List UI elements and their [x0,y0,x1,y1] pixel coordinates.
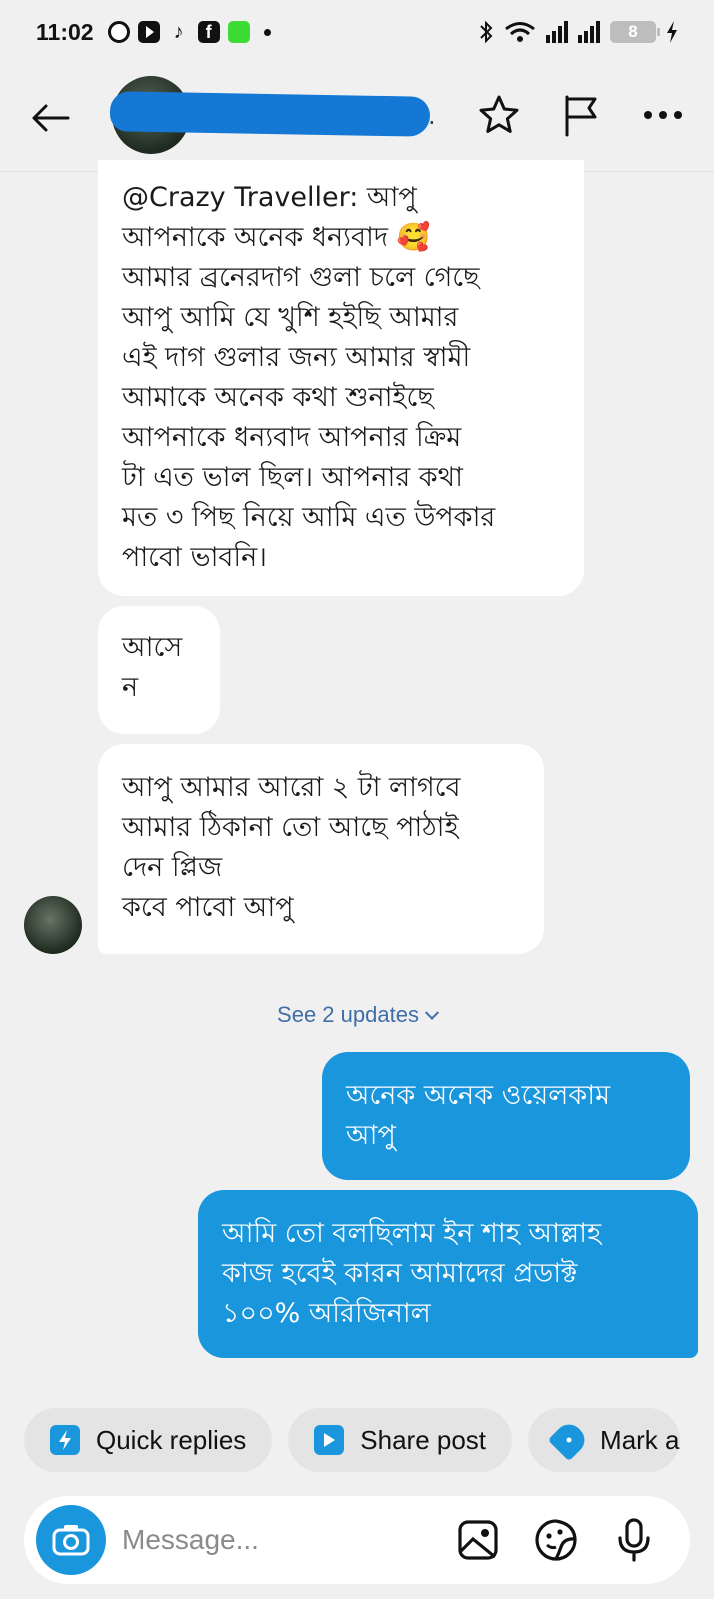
share-post-button[interactable]: Share post [288,1408,513,1472]
see-updates-label: See 2 updates [277,1002,419,1027]
star-icon[interactable] [476,92,522,138]
message-text: আপু আমার আরো ২ টা লাগবে আমার ঠিকানা তো আ… [122,772,461,923]
flag-icon[interactable] [558,92,604,138]
status-time: 11:02 [36,18,94,45]
composer-actions [456,1518,656,1562]
quick-replies-button[interactable]: Quick replies [24,1408,273,1472]
share-post-label: Share post [360,1424,487,1455]
chevron-down-icon [424,1005,440,1020]
message-text: আমি তো বলছিলাম ইন শাহ আল্লাহ কাজ হবেই কা… [222,1218,602,1329]
message-composer [24,1496,690,1584]
tag-icon [547,1418,591,1462]
microphone-icon[interactable] [612,1518,656,1562]
see-updates-link[interactable]: See 2 updates [0,1002,714,1028]
outgoing-message[interactable]: অনেক অনেক ওয়েলকাম আপু [322,1052,690,1180]
play-icon [314,1425,345,1455]
message-input[interactable] [122,1524,452,1556]
more-notifications-dot [263,28,271,36]
message-text: @Crazy Traveller: আপু আপনাকে অনেক ধন্যবা… [122,182,496,573]
conversation-header: . [0,64,714,172]
quick-replies-label: Quick replies [96,1424,247,1455]
camera-icon[interactable] [36,1505,106,1575]
outgoing-message[interactable]: আমি তো বলছিলাম ইন শাহ আল্লাহ কাজ হবেই কা… [198,1190,698,1358]
contact-name[interactable]: . [428,102,436,130]
bluetooth-icon [480,20,493,44]
wifi-icon [505,22,535,42]
notification-app-icon [107,21,130,43]
more-options-icon[interactable] [640,92,686,138]
status-bar: 11:02 ♪ f 8 [0,0,714,64]
mark-as-label: Mark a [600,1424,680,1455]
quick-actions-row: Quick replies Share post Mark a [24,1408,680,1472]
facebook-icon: f [197,21,220,43]
contact-name-redaction [109,91,431,137]
message-text: আসে ন [122,632,183,703]
signal-icon-1 [546,21,568,43]
mark-as-button[interactable]: Mark a [528,1408,680,1472]
sticker-icon[interactable] [534,1518,578,1562]
tiktok-icon: ♪ [173,21,184,43]
battery-icon: 8 [610,21,660,43]
signal-icon-2 [578,21,600,43]
calculator-icon [227,21,250,43]
system-icons: 8 [478,20,678,44]
charging-icon [667,21,677,43]
header-actions [476,92,686,138]
youtube-icon [137,21,160,43]
notification-icons: ♪ f [107,21,271,43]
lightning-icon [50,1425,80,1455]
message-text: অনেক অনেক ওয়েলকাম আপু [346,1080,611,1151]
incoming-message[interactable]: আসে ন [98,606,220,734]
incoming-message[interactable]: আপু আমার আরো ২ টা লাগবে আমার ঠিকানা তো আ… [98,744,544,954]
incoming-message[interactable]: @Crazy Traveller: আপু আপনাকে অনেক ধন্যবা… [98,160,584,596]
sender-avatar[interactable] [24,896,82,954]
gallery-icon[interactable] [456,1518,500,1562]
back-arrow-icon[interactable] [26,94,74,142]
